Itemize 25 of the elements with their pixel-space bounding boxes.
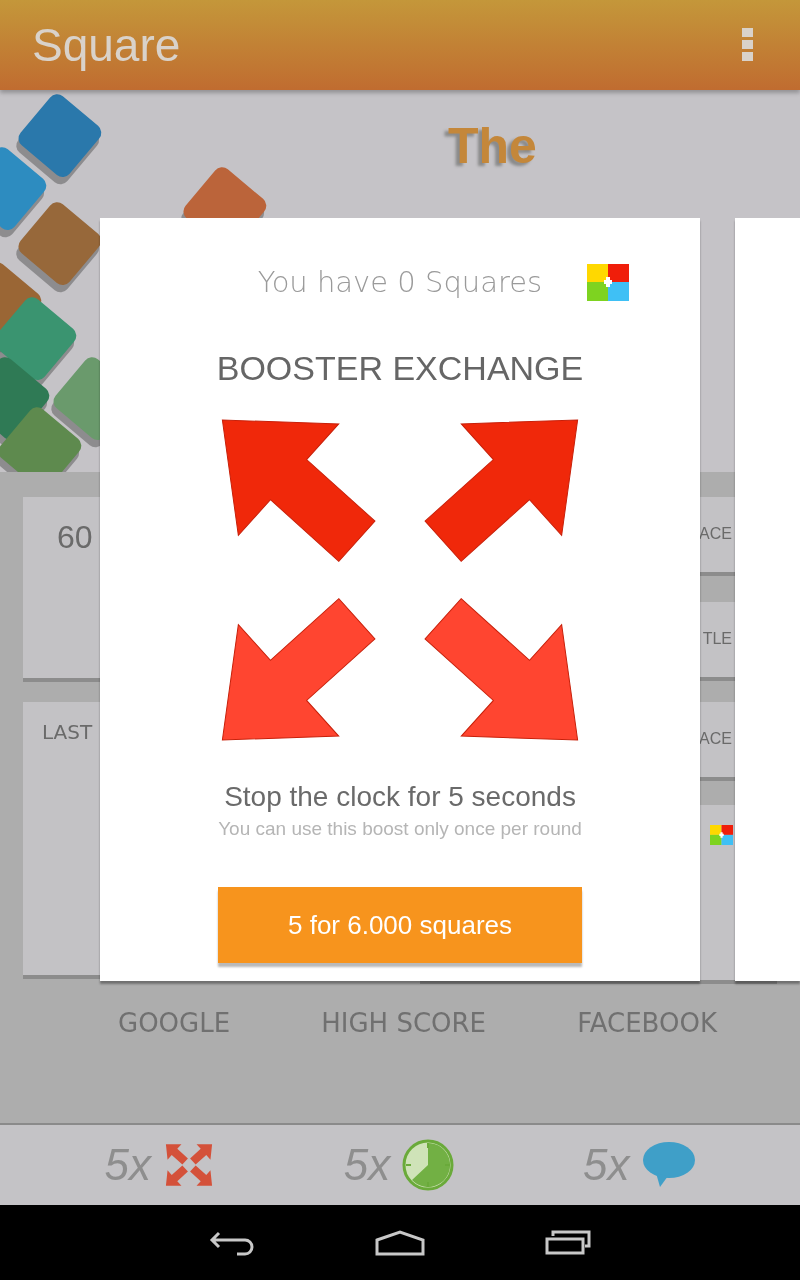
squares-logo-icon xyxy=(709,825,733,846)
app-title: Square xyxy=(32,18,181,72)
link-text[interactable]: FACEBOOK xyxy=(577,1008,717,1038)
recent-apps-icon[interactable] xyxy=(545,1229,591,1256)
logo-text: The xyxy=(448,118,537,174)
speech-bubble-icon xyxy=(641,1141,696,1189)
booster-description: Stop the clock for 5 seconds xyxy=(224,780,576,814)
card-label: ACE xyxy=(699,729,733,748)
booster-count: 5x xyxy=(343,1140,391,1190)
home-icon[interactable] xyxy=(375,1229,425,1256)
card-label: LAST xyxy=(41,719,94,744)
dialog-title: BOOSTER EXCHANGE xyxy=(216,348,584,389)
card-label: ACE xyxy=(699,524,733,543)
booster-note: You can use this boost only once per round xyxy=(218,817,582,841)
booster-count: 5x xyxy=(583,1140,630,1190)
clock-icon xyxy=(402,1139,455,1191)
link-text[interactable]: HIGH SCORE xyxy=(321,1008,487,1038)
back-icon[interactable] xyxy=(209,1229,255,1256)
squares-logo-icon xyxy=(587,263,630,301)
score-text: 60 xyxy=(56,518,94,556)
card-label: TLE xyxy=(702,629,733,648)
link-text[interactable]: GOOGLE xyxy=(118,1008,231,1038)
booster-count: 5x xyxy=(104,1140,151,1190)
buy-button[interactable]: 5 for 6.000 squares xyxy=(218,887,582,963)
balance-text: You have 0 Squares xyxy=(257,264,543,301)
